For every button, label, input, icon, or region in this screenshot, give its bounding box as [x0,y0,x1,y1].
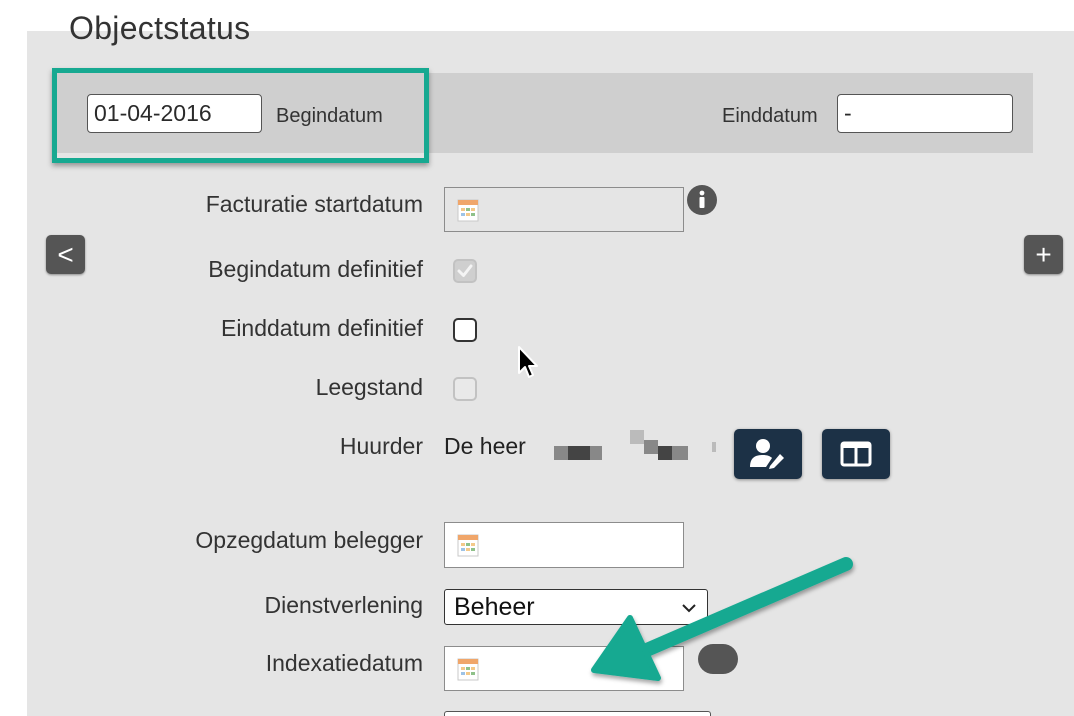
indexatiedatum-label: Indexatiedatum [265,650,423,676]
highlight-box [52,68,429,163]
page-title: Objectstatus [69,10,251,46]
einddatum-input[interactable]: - [837,94,1013,133]
huurder-label: Huurder [339,433,423,459]
facturatie-startdatum-field[interactable] [444,187,684,232]
edit-huurder-button[interactable] [734,429,802,479]
dienstverlening-value: Beheer [454,592,535,621]
checkmark-icon [457,264,473,277]
annotation-arrow [591,557,853,681]
begindatum-definitief-checkbox[interactable] [453,259,477,283]
user-edit-icon [750,439,784,469]
facturatie-startdatum-label: Facturatie startdatum [205,191,423,217]
einddatum-label: Einddatum [722,105,818,127]
leegstand-checkbox[interactable] [453,377,477,401]
columns-icon [840,441,872,467]
columns-view-button[interactable] [822,429,890,479]
calendar-icon [457,199,479,221]
redacted-surname [630,430,720,462]
einddatum-definitief-checkbox[interactable] [453,318,477,342]
leegstand-label: Leegstand [315,374,423,400]
opzegdatum-belegger-label: Opzegdatum belegger [195,527,423,553]
calendar-icon [457,658,479,680]
begindatum-definitief-label: Begindatum definitief [208,256,423,282]
dienstverlening-label: Dienstverlening [264,592,423,618]
calendar-icon [457,534,479,557]
info-icon[interactable] [686,184,718,216]
add-button[interactable]: + [1024,235,1063,274]
next-field-partial[interactable] [444,711,711,716]
huurder-value: De heer [444,433,526,459]
redacted-name [554,446,604,460]
mouse-cursor-icon [518,346,538,378]
einddatum-definitief-label: Einddatum definitief [220,315,423,341]
